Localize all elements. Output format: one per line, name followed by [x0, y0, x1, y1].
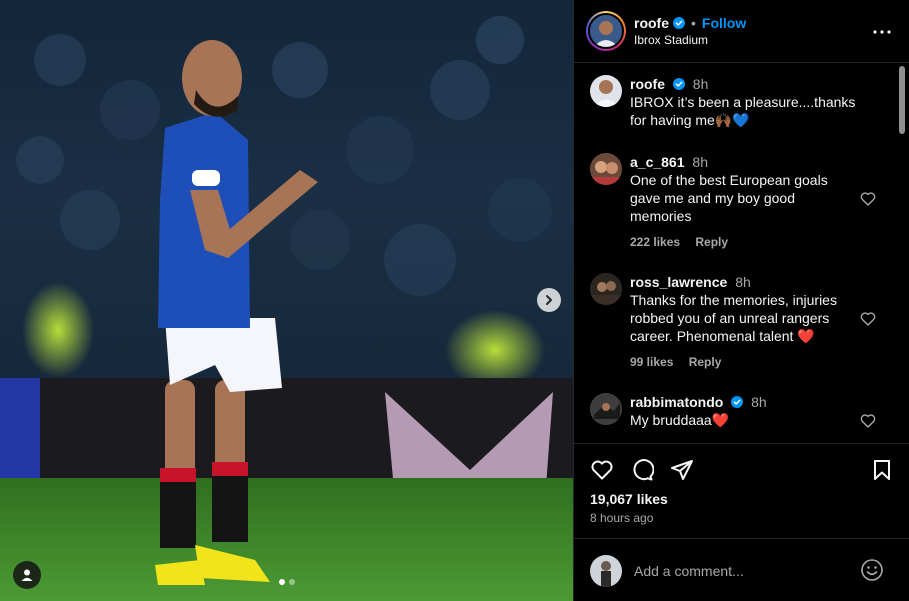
reply-button[interactable]: Reply [689, 355, 722, 369]
verified-badge-icon [673, 17, 685, 29]
post-actions: 19,067 likes 8 hours ago [574, 443, 909, 601]
emoji-icon[interactable] [860, 558, 884, 582]
post-photo [0, 0, 573, 601]
comments-list: roofe 8h IBROX it’s been a pleasure....t… [574, 63, 896, 443]
next-photo-button[interactable] [537, 288, 561, 312]
tagged-users-button[interactable] [13, 561, 41, 589]
post-media [0, 0, 573, 601]
add-comment-input[interactable] [634, 561, 854, 581]
comment-meta: 99 likes Reply [630, 353, 860, 371]
share-icon[interactable] [670, 458, 694, 482]
avatar[interactable] [590, 153, 622, 185]
comment-text: One of the best European goals gave me a… [630, 172, 828, 224]
author-username[interactable]: roofe [634, 15, 669, 31]
current-user-avatar [590, 555, 622, 587]
comment-username[interactable]: roofe [630, 76, 665, 92]
comment-username[interactable]: a_c_861 [630, 154, 685, 170]
carousel-dot [289, 579, 295, 585]
comments-scrollbar[interactable] [898, 66, 906, 440]
comment-icon[interactable] [630, 458, 654, 482]
author-line: roofe • Follow [634, 15, 746, 31]
comment-username[interactable]: rabbimatondo [630, 394, 723, 410]
avatar[interactable] [590, 75, 622, 107]
verified-badge-icon [731, 396, 744, 408]
comment-time: 8h [751, 394, 767, 410]
likes-count[interactable]: 19,067 likes [590, 491, 668, 507]
comment-likes-count[interactable]: 222 likes [630, 235, 680, 249]
like-comment-heart-icon[interactable] [860, 413, 876, 429]
add-comment-row [574, 538, 909, 601]
carousel-dot-active [279, 579, 285, 585]
more-options-button[interactable] [870, 20, 894, 44]
heart-icon[interactable] [590, 458, 614, 482]
comment-text: IBROX it’s been a pleasure....thanks for… [630, 94, 856, 128]
comment-text: My bruddaaa❤️ [630, 412, 730, 428]
post-header: roofe • Follow Ibrox Stadium [574, 0, 909, 63]
avatar[interactable] [590, 273, 622, 305]
bookmark-icon[interactable] [870, 458, 894, 482]
like-comment-heart-icon[interactable] [860, 191, 876, 207]
post-side-panel: roofe • Follow Ibrox Stadium roofe 8h IB… [573, 0, 909, 601]
like-comment-heart-icon[interactable] [860, 311, 876, 327]
comment-time: 8h [735, 274, 751, 290]
scrollbar-thumb[interactable] [899, 66, 905, 134]
comment-username[interactable]: ross_lawrence [630, 274, 727, 290]
author-avatar[interactable] [586, 11, 626, 51]
post-timestamp: 8 hours ago [590, 511, 654, 525]
post-location[interactable]: Ibrox Stadium [634, 33, 708, 47]
carousel-indicator [279, 579, 295, 585]
comment-meta: 222 likes Reply [630, 233, 860, 251]
avatar[interactable] [590, 393, 622, 425]
comment-time: 8h [692, 76, 709, 92]
comment-time: 8h [692, 154, 708, 170]
reply-button[interactable]: Reply [695, 235, 728, 249]
user-tag-icon [21, 569, 33, 581]
comment-text: Thanks for the memories, injuries robbed… [630, 292, 837, 344]
verified-badge-icon [672, 78, 685, 90]
follow-button[interactable]: Follow [702, 15, 746, 31]
header-separator: • [691, 15, 696, 31]
more-options-icon [873, 30, 891, 34]
comment-likes-count[interactable]: 99 likes [630, 355, 673, 369]
chevron-right-icon [546, 295, 552, 305]
